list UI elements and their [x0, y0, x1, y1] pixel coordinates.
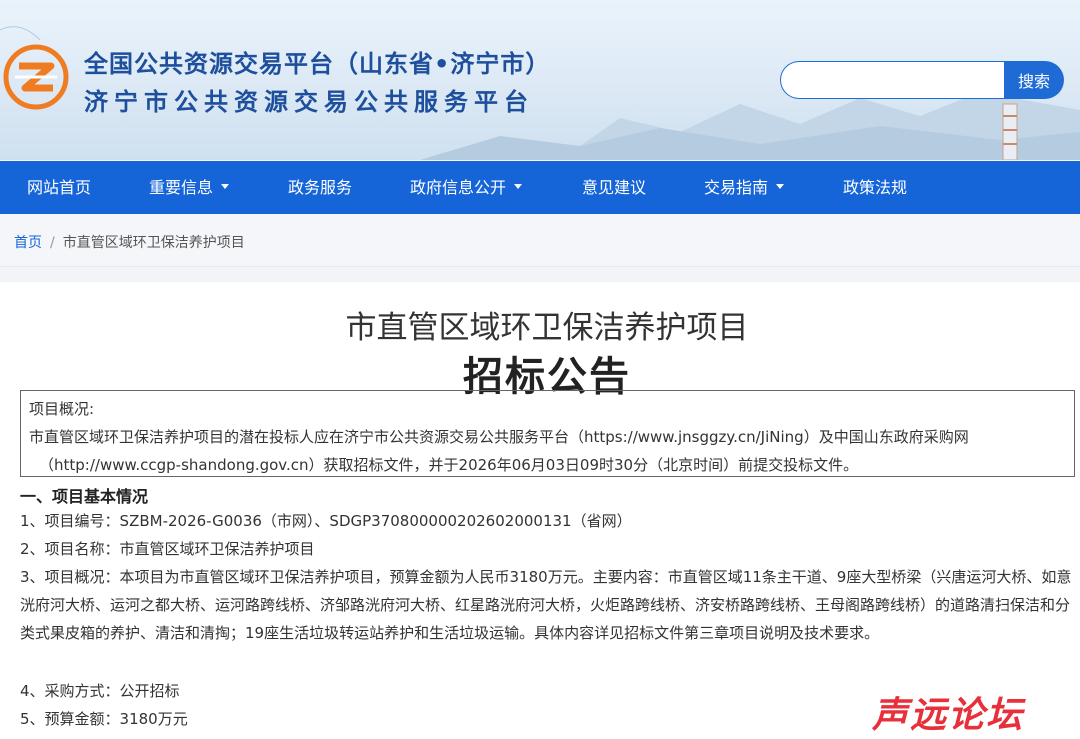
search-button[interactable]: 搜索 — [1004, 61, 1064, 99]
nav-item-label: 政策法规 — [843, 178, 908, 197]
caret-down-icon — [514, 184, 523, 189]
article-content: 市直管区域环卫保洁养护项目 招标公告 项目概况: 市直管区域环卫保洁养护项目的潜… — [0, 282, 1080, 739]
project-overview-box: 项目概况: 市直管区域环卫保洁养护项目的潜在投标人应在济宁市公共资源交易公共服务… — [20, 390, 1075, 477]
nav-item-label: 交易指南 — [704, 178, 769, 197]
nav-item-gov-services[interactable]: 政务服务 — [288, 161, 352, 214]
overview-line2: （http://www.ccgp-shandong.gov.cn）获取招标文件，… — [39, 456, 859, 474]
procurement-method: 4、采购方式：公开招标 — [20, 682, 180, 700]
nav-item-gov-info-disclosure[interactable]: 政府信息公开 — [410, 161, 523, 214]
breadcrumb-current: 市直管区域环卫保洁养护项目 — [62, 235, 245, 251]
budget-amount: 5、预算金额：3180万元 — [20, 710, 188, 728]
nav-item-label: 意见建议 — [582, 178, 647, 197]
section-heading: 一、项目基本情况 — [20, 487, 149, 506]
breadcrumb-bar: 首页 / 市直管区域环卫保洁养护项目 — [0, 214, 1080, 267]
caret-down-icon — [776, 184, 785, 189]
page-title: 市直管区域环卫保洁养护项目 — [345, 310, 749, 346]
site-title-line1: 全国公共资源交易平台（山东省•济宁市） — [84, 50, 551, 78]
nav-item-label: 政府信息公开 — [410, 178, 507, 197]
forum-watermark: 声远论坛 — [872, 695, 1025, 736]
breadcrumb: 首页 / 市直管区域环卫保洁养护项目 — [14, 214, 245, 272]
breadcrumb-separator: / — [50, 235, 55, 251]
main-nav: 网站首页 重要信息 政务服务 政府信息公开 意见建议 交易指南 政策法规 — [0, 161, 1080, 214]
site-logo-icon[interactable] — [3, 44, 69, 110]
project-number: 1、项目编号：SZBM-2026-G0036（市网）、SDGP370800000… — [20, 512, 632, 530]
nav-item-label: 网站首页 — [27, 178, 92, 197]
nav-item-trade-guide[interactable]: 交易指南 — [704, 161, 785, 214]
nav-item-important-info[interactable]: 重要信息 — [149, 161, 230, 214]
project-name: 2、项目名称：市直管区域环卫保洁养护项目 — [20, 540, 315, 558]
site-title-line2: 济宁市公共资源交易公共服务平台 — [84, 88, 534, 116]
search-input[interactable] — [780, 61, 1006, 99]
nav-item-suggestions[interactable]: 意见建议 — [582, 161, 646, 214]
overview-heading: 项目概况: — [29, 400, 95, 418]
overview-line1: 市直管区域环卫保洁养护项目的潜在投标人应在济宁市公共资源交易公共服务平台（htt… — [29, 428, 969, 446]
header-banner: 全国公共资源交易平台（山东省•济宁市） 济宁市公共资源交易公共服务平台 搜索 — [0, 0, 1080, 160]
breadcrumb-home-link[interactable]: 首页 — [14, 235, 42, 251]
nav-item-label: 重要信息 — [149, 178, 214, 197]
nav-item-home[interactable]: 网站首页 — [27, 161, 91, 214]
caret-down-icon — [221, 184, 230, 189]
nav-item-policies[interactable]: 政策法规 — [843, 161, 907, 214]
project-summary: 3、项目概况：本项目为市直管区域环卫保洁养护项目，预算金额为人民币3180万元。… — [20, 568, 1072, 642]
nav-item-label: 政务服务 — [288, 178, 353, 197]
